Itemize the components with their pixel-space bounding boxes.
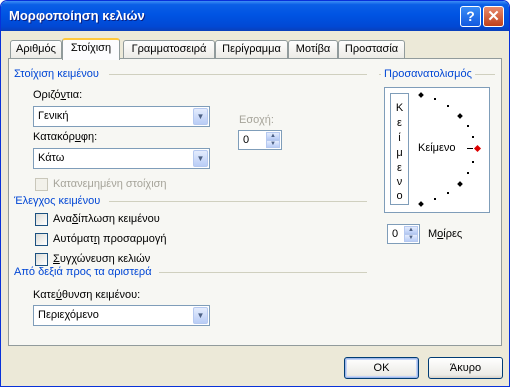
dial-dot	[447, 192, 449, 194]
dial-mark-bottom	[418, 201, 424, 207]
vertical-label: Κατακόρυφη:	[33, 131, 98, 143]
cancel-button[interactable]: Άκυρο	[428, 357, 503, 379]
dial-needle	[467, 148, 473, 149]
tab-patterns[interactable]: Μοτίβα	[288, 40, 338, 58]
vertical-text-char: ε	[397, 117, 402, 129]
chevron-down-icon[interactable]: ▼	[193, 150, 208, 167]
format-cells-dialog: Μορφοποίηση κελιών ? ✕ Αριθμός Στοίχιση …	[0, 0, 510, 387]
chevron-down-icon[interactable]: ▼	[193, 307, 208, 324]
ok-button[interactable]: OK	[344, 357, 419, 379]
spin-down-icon[interactable]: ▼	[266, 140, 280, 148]
text-alignment-group-title: Στοίχιση κειμένου	[14, 68, 102, 80]
help-button[interactable]: ?	[460, 6, 481, 27]
tab-label: Μοτίβα	[295, 43, 331, 55]
help-icon: ?	[466, 8, 475, 24]
shrink-to-fit-label: Αυτόματη προσαρμογή	[53, 233, 167, 245]
group-divider	[109, 74, 367, 75]
spin-up-icon[interactable]: ▲	[266, 132, 280, 140]
dial-dot	[467, 172, 469, 174]
dialog-body: Αριθμός Στοίχιση Γραμματοσειρά Περίγραμμ…	[4, 31, 506, 385]
indent-spinner[interactable]: 0 ▲ ▼	[238, 130, 282, 150]
orientation-control: Κ ε ί μ ε ν ο Κείμενο	[384, 87, 490, 213]
degrees-label: Μοίρες	[428, 228, 463, 240]
dial-dot	[434, 198, 436, 200]
text-direction-value: Περιεχόμενο	[38, 309, 99, 321]
tab-label: Στοίχιση	[70, 42, 112, 54]
tab-label: Αριθμός	[16, 43, 56, 55]
title-bar[interactable]: Μορφοποίηση κελιών ? ✕	[1, 1, 509, 31]
vertical-alignment-value: Κάτω	[38, 152, 65, 164]
wrap-text-checkbox[interactable]	[35, 213, 48, 226]
rtl-group-title: Από δεξιά προς τα αριστερά	[14, 266, 155, 278]
indent-label: Εσοχή:	[239, 114, 274, 126]
dial-text: Κείμενο	[418, 142, 456, 154]
horizontal-alignment-value: Γενική	[38, 110, 69, 122]
degrees-spinner[interactable]: 0 ▲ ▼	[387, 224, 420, 244]
group-divider	[159, 272, 367, 273]
dial-dot	[472, 161, 474, 163]
indent-value: 0	[243, 134, 250, 146]
merge-cells-label: Συγχώνευση κελιών	[53, 253, 151, 265]
vertical-text-button[interactable]: Κ ε ί μ ε ν ο	[390, 93, 409, 205]
text-direction-label: Κατεύθυνση κειμένου:	[33, 289, 141, 301]
merge-cells-checkbox[interactable]	[35, 253, 48, 266]
window-title: Μορφοποίηση κελιών	[9, 8, 145, 23]
tab-border[interactable]: Περίγραμμα	[215, 40, 288, 58]
dial-dot	[434, 98, 436, 100]
vertical-alignment-select[interactable]: Κάτω ▼	[33, 148, 210, 169]
vertical-text-char: Κ	[395, 102, 404, 114]
shrink-to-fit-checkbox[interactable]	[35, 233, 48, 246]
wrap-text-label: Αναδίπλωση κειμένου	[53, 213, 160, 225]
tab-protection[interactable]: Προστασία	[338, 40, 405, 58]
degrees-value: 0	[392, 228, 399, 240]
horizontal-label: Οριζόντια:	[33, 89, 83, 101]
vertical-text-char: μ	[396, 147, 403, 159]
group-divider	[109, 201, 367, 202]
horizontal-alignment-select[interactable]: Γενική ▼	[33, 106, 210, 127]
orientation-group-title: Προσανατολισμός	[381, 68, 475, 80]
tab-font[interactable]: Γραμματοσειρά	[123, 40, 215, 58]
tab-label: Προστασία	[344, 43, 399, 55]
vertical-text-char: ε	[397, 162, 402, 174]
vertical-text-char: ο	[396, 190, 403, 202]
close-button[interactable]: ✕	[483, 6, 504, 27]
dial-pointer[interactable]	[473, 144, 482, 153]
tab-number[interactable]: Αριθμός	[10, 40, 62, 58]
dial-dot	[472, 136, 474, 138]
dial-dot	[447, 105, 449, 107]
vertical-text-char: ν	[396, 176, 403, 188]
alignment-panel: Στοίχιση κειμένου Οριζόντια: Γενική ▼ Κα…	[8, 58, 502, 346]
orientation-dial[interactable]: Κείμενο	[411, 88, 489, 212]
text-control-group-title: Έλεγχος κειμένου	[14, 195, 104, 207]
justify-distributed-checkbox[interactable]	[35, 178, 48, 191]
tab-label: Περίγραμμα	[222, 43, 281, 55]
spin-up-icon[interactable]: ▲	[404, 226, 418, 234]
tab-label: Γραμματοσειρά	[131, 43, 207, 55]
dial-dot	[467, 125, 469, 127]
chevron-down-icon[interactable]: ▼	[193, 108, 208, 125]
vertical-text-char: ί	[398, 132, 401, 144]
dial-mark-top	[418, 92, 424, 98]
close-icon: ✕	[487, 8, 500, 25]
dial-mark-minus-45	[457, 181, 463, 187]
dial-mark-45	[457, 113, 463, 119]
spin-down-icon[interactable]: ▼	[404, 234, 418, 242]
tab-alignment[interactable]: Στοίχιση	[62, 38, 120, 60]
text-direction-select[interactable]: Περιεχόμενο ▼	[33, 305, 210, 326]
justify-distributed-label: Κατανεμημένη στοίχιση	[53, 178, 167, 190]
